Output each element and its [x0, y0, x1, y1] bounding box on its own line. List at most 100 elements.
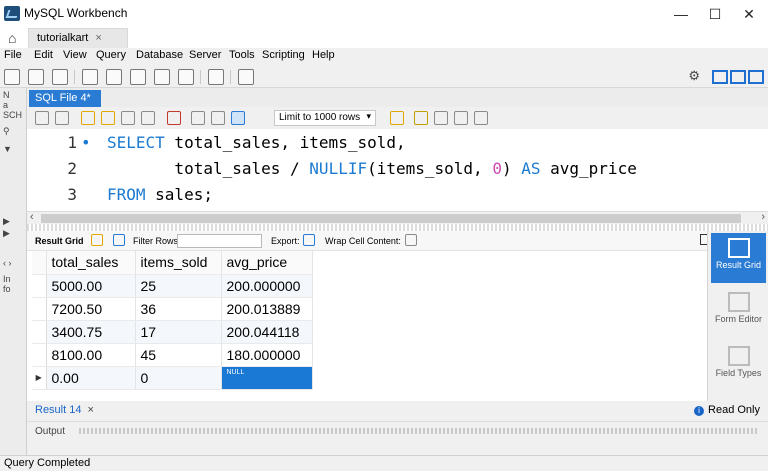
toolbar-separator [230, 70, 231, 84]
menu-tools[interactable]: Tools [229, 49, 255, 61]
rollback-icon[interactable] [211, 111, 225, 125]
toggle-secondary-sidebar-icon[interactable] [748, 69, 764, 84]
new-sql-tab-icon[interactable] [4, 69, 20, 85]
menu-database[interactable]: Database [136, 49, 183, 61]
main-toolbar: ⚙ [0, 66, 768, 88]
scrollbar-thumb[interactable] [41, 214, 741, 223]
create-view-icon[interactable] [130, 69, 146, 85]
toggle-sidebar-icon[interactable] [712, 69, 728, 84]
panel-splitter[interactable] [27, 224, 768, 231]
search-icon[interactable]: ⚲ [3, 126, 10, 137]
table-row[interactable]: 8100.00 45 180.000000 [32, 343, 313, 367]
null-cell[interactable]: NULL [221, 366, 313, 390]
wrap-lines-icon[interactable] [474, 111, 488, 125]
column-header[interactable]: items_sold [135, 251, 222, 275]
menu-help[interactable]: Help [312, 49, 335, 61]
refresh-icon[interactable] [113, 234, 125, 246]
menu-scripting[interactable]: Scripting [262, 49, 305, 61]
result-grid-view-button[interactable]: Result Grid [711, 233, 766, 283]
close-button[interactable]: ✕ [734, 4, 764, 24]
menu-file[interactable]: File [4, 49, 22, 61]
commit-icon[interactable] [191, 111, 205, 125]
table-cell[interactable]: 200.000000 [221, 274, 313, 298]
export-icon[interactable] [303, 234, 315, 246]
invisible-characters-icon[interactable] [454, 111, 468, 125]
gear-icon[interactable]: ⚙ [688, 68, 700, 84]
add-snippet-icon[interactable] [390, 111, 404, 125]
grid-view-icon[interactable] [91, 234, 103, 246]
create-procedure-icon[interactable] [154, 69, 170, 85]
open-file-icon[interactable] [35, 111, 49, 125]
chevron-right-icon[interactable]: ▶ [3, 216, 10, 227]
create-schema-icon[interactable] [82, 69, 98, 85]
chevron-right-icon[interactable]: ▶ [3, 228, 10, 239]
result-tab[interactable]: Result 14 × [35, 404, 94, 416]
table-cell[interactable]: 36 [135, 297, 222, 321]
table-cell[interactable]: 200.013889 [221, 297, 313, 321]
explain-icon[interactable] [121, 111, 135, 125]
read-only-label: Read Only [708, 404, 760, 416]
table-cell[interactable]: 8100.00 [46, 343, 136, 367]
search-table-data-icon[interactable] [208, 69, 224, 85]
toggle-continue-on-error-icon[interactable] [167, 111, 181, 125]
menu-edit[interactable]: Edit [34, 49, 53, 61]
beautify-icon[interactable] [414, 111, 428, 125]
column-header[interactable]: avg_price [221, 251, 313, 275]
autocommit-icon[interactable] [231, 111, 245, 125]
create-table-icon[interactable] [106, 69, 122, 85]
editor-horizontal-scrollbar[interactable]: ‹ › [27, 211, 768, 224]
navigator-strip: N a SCH ⚲ ▼ ▶ ▶ ‹ › In fo [0, 88, 27, 458]
table-cell[interactable]: 7200.50 [46, 297, 136, 321]
table-row[interactable]: 3400.75 17 200.044118 [32, 320, 313, 344]
minimize-button[interactable]: — [666, 4, 696, 24]
scroll-left-icon[interactable]: ‹ [30, 211, 34, 223]
table-cell[interactable]: 25 [135, 274, 222, 298]
home-icon[interactable]: ⌂ [8, 30, 16, 46]
table-cell[interactable]: 45 [135, 343, 222, 367]
collapse-toggle-icon[interactable]: ‹ › [3, 258, 12, 268]
table-cell[interactable]: 180.000000 [221, 343, 313, 367]
find-replace-icon[interactable] [434, 111, 448, 125]
table-row[interactable]: ▶ 0.00 0 NULL [32, 366, 313, 390]
schemas-label: SCH [3, 110, 23, 120]
sql-file-tab[interactable]: SQL File 4* × [29, 90, 101, 116]
toggle-output-icon[interactable] [730, 69, 746, 84]
close-icon[interactable]: × [95, 32, 101, 44]
close-icon[interactable]: × [88, 404, 94, 416]
reconnect-icon[interactable] [238, 69, 254, 85]
execute-icon[interactable] [81, 111, 95, 125]
limit-rows-select[interactable]: Limit to 1000 rows ▾ [274, 110, 376, 126]
column-header[interactable]: total_sales [46, 251, 136, 275]
navigator-label: N [3, 90, 10, 100]
inspector-icon[interactable] [52, 69, 68, 85]
output-label: Output [35, 426, 66, 437]
wrap-cell-icon[interactable] [405, 234, 417, 246]
output-panel: Output [27, 421, 768, 455]
create-function-icon[interactable] [178, 69, 194, 85]
execute-current-icon[interactable] [101, 111, 115, 125]
table-cell[interactable]: 5000.00 [46, 274, 136, 298]
menu-query[interactable]: Query [96, 49, 126, 61]
field-types-button[interactable]: Field Types [711, 341, 766, 391]
table-cell[interactable]: 0 [135, 366, 222, 390]
scroll-right-icon[interactable]: › [761, 211, 765, 223]
sql-editor[interactable]: 1 • SELECT total_sales, items_sold, 2 to… [27, 129, 768, 211]
filter-rows-input[interactable] [177, 234, 262, 248]
menu-view[interactable]: View [63, 49, 87, 61]
table-cell[interactable]: 3400.75 [46, 320, 136, 344]
save-icon[interactable] [55, 111, 69, 125]
table-cell[interactable]: 200.044118 [221, 320, 313, 344]
table-row[interactable]: 5000.00 25 200.000000 [32, 274, 313, 298]
chevron-down-icon[interactable]: ▼ [3, 144, 12, 154]
limit-rows-value: Limit to 1000 rows [279, 112, 361, 123]
stop-icon[interactable] [141, 111, 155, 125]
maximize-button[interactable]: ☐ [700, 4, 730, 24]
open-sql-script-icon[interactable] [28, 69, 44, 85]
form-editor-button[interactable]: Form Editor [711, 287, 766, 337]
table-cell[interactable]: 0.00 [46, 366, 136, 390]
connection-tab[interactable]: tutorialkart × [28, 28, 128, 48]
menu-server[interactable]: Server [189, 49, 221, 61]
table-row[interactable]: 7200.50 36 200.013889 [32, 297, 313, 321]
output-splitter[interactable] [79, 428, 759, 434]
table-cell[interactable]: 17 [135, 320, 222, 344]
